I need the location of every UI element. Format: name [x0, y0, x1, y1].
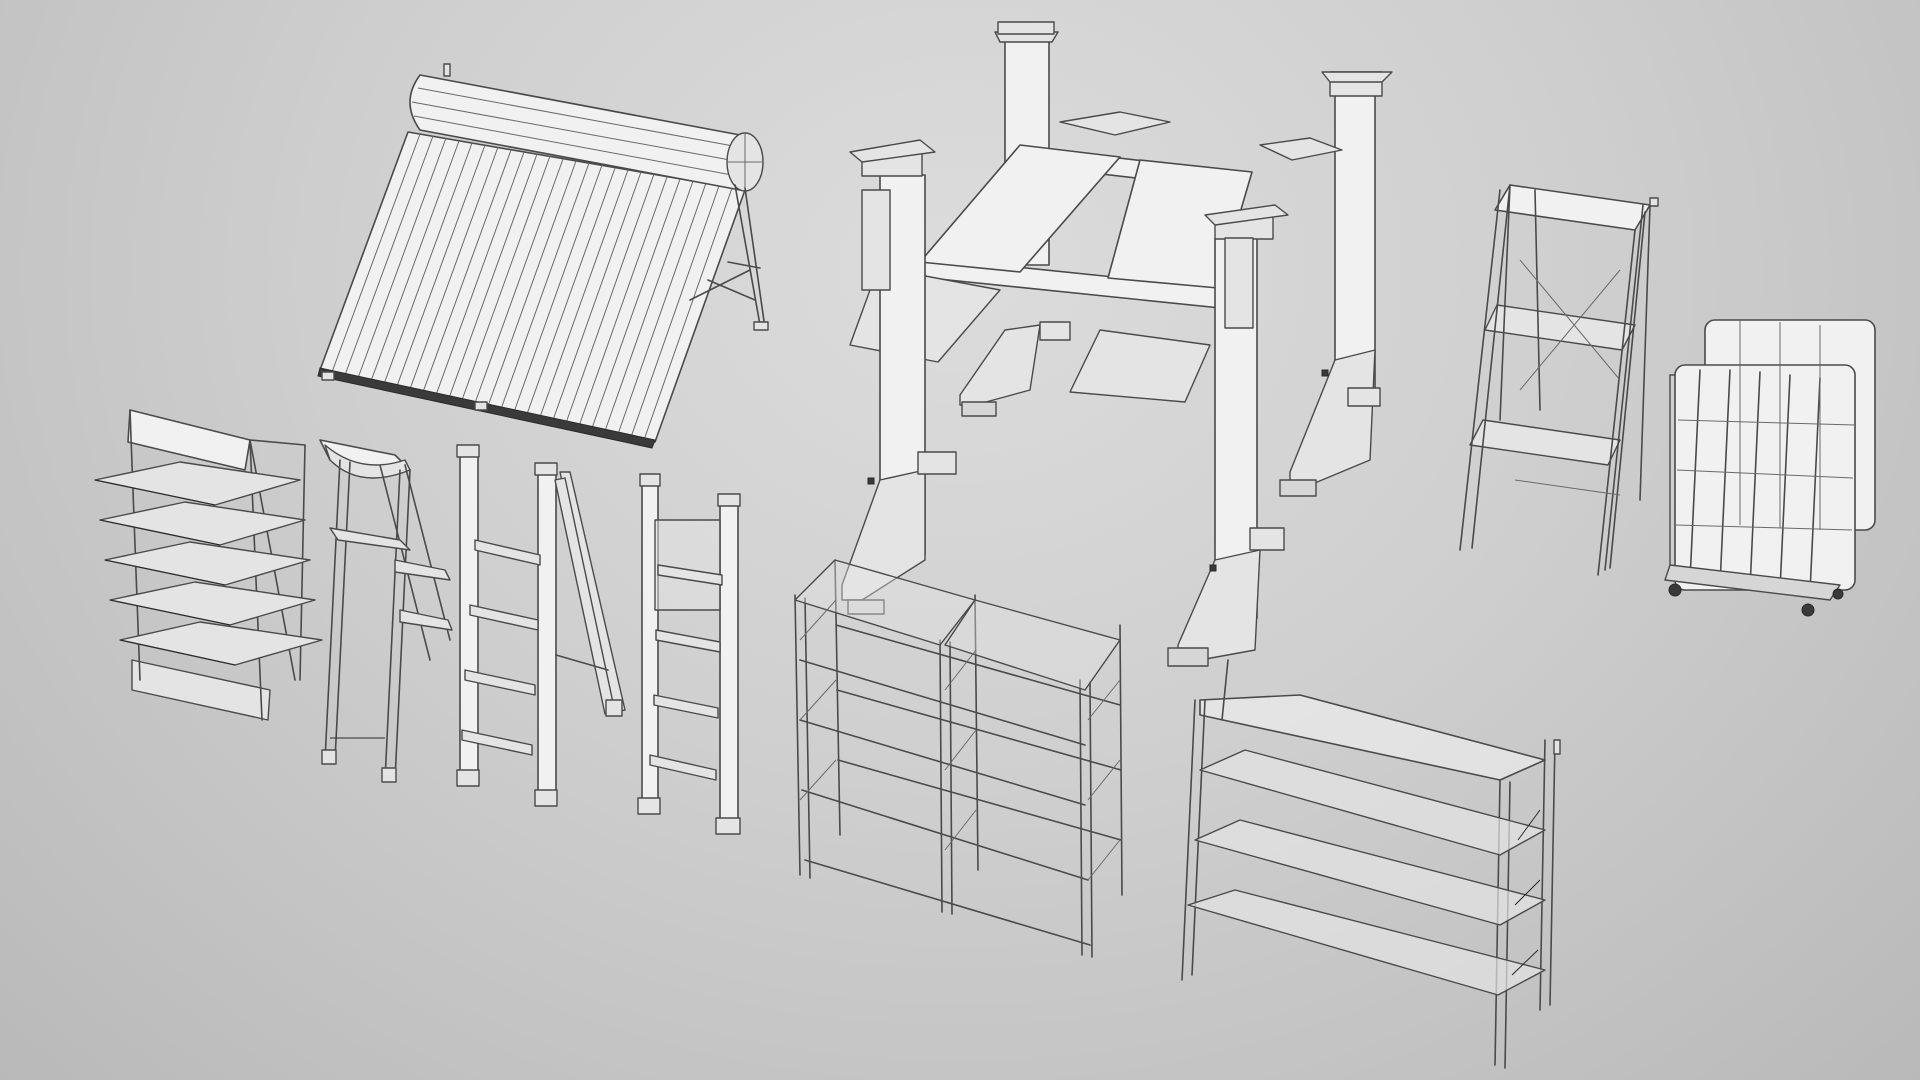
car-lift-model[interactable]: [841, 21, 1393, 667]
step-ladder-model[interactable]: [637, 473, 741, 835]
wireframe-scene: [94, 21, 1876, 1069]
tall-rack-model[interactable]: [1459, 184, 1659, 576]
display-shelf-model[interactable]: [94, 409, 323, 721]
double-rack-model[interactable]: [794, 559, 1123, 958]
3d-viewport[interactable]: [0, 0, 1920, 1080]
a-frame-ladder-model[interactable]: [456, 444, 626, 807]
roll-cage-model[interactable]: [1664, 319, 1876, 617]
step-stool-model[interactable]: [319, 439, 453, 783]
shelving-model[interactable]: [1181, 659, 1561, 1069]
solar-water-heater-model[interactable]: [317, 63, 769, 449]
